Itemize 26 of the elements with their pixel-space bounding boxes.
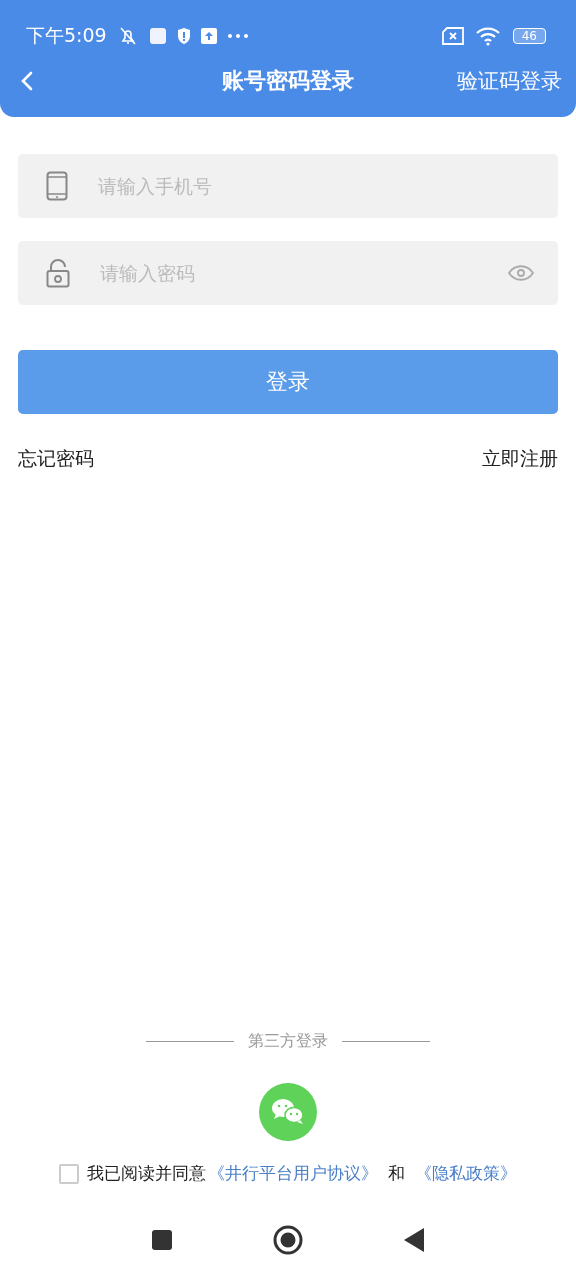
user-agreement-link[interactable]: 《井行平台用户协议》: [208, 1162, 378, 1185]
status-time: 下午5:09: [26, 23, 107, 48]
phone-icon: [46, 171, 68, 201]
third-party-login-label: 第三方登录: [248, 1031, 328, 1052]
back-triangle-icon[interactable]: [403, 1227, 425, 1253]
square-icon: [148, 27, 167, 45]
sim-off-icon: [440, 27, 465, 45]
upload-icon: [200, 28, 217, 44]
conjunction-text: 和: [388, 1162, 405, 1185]
eye-icon[interactable]: [508, 265, 534, 281]
shield-icon: [176, 27, 191, 45]
recents-icon[interactable]: [151, 1229, 173, 1251]
battery-indicator: 46: [512, 28, 546, 44]
lock-icon: [46, 258, 70, 288]
agreement-text: 我已阅读并同意: [87, 1162, 206, 1185]
login-button[interactable]: 登录: [18, 350, 558, 414]
register-link[interactable]: 立即注册: [482, 446, 558, 472]
page-title: 账号密码登录: [222, 67, 354, 95]
back-icon[interactable]: [20, 70, 34, 92]
home-icon[interactable]: [273, 1225, 303, 1255]
chat-bubbles-icon[interactable]: [258, 1082, 318, 1142]
forgot-password-link[interactable]: 忘记密码: [18, 446, 94, 472]
agreement-checkbox[interactable]: [59, 1163, 79, 1184]
sms-login-link[interactable]: 验证码登录: [457, 67, 562, 95]
more-icon: [226, 33, 249, 39]
privacy-policy-link[interactable]: 《隐私政策》: [415, 1162, 517, 1185]
